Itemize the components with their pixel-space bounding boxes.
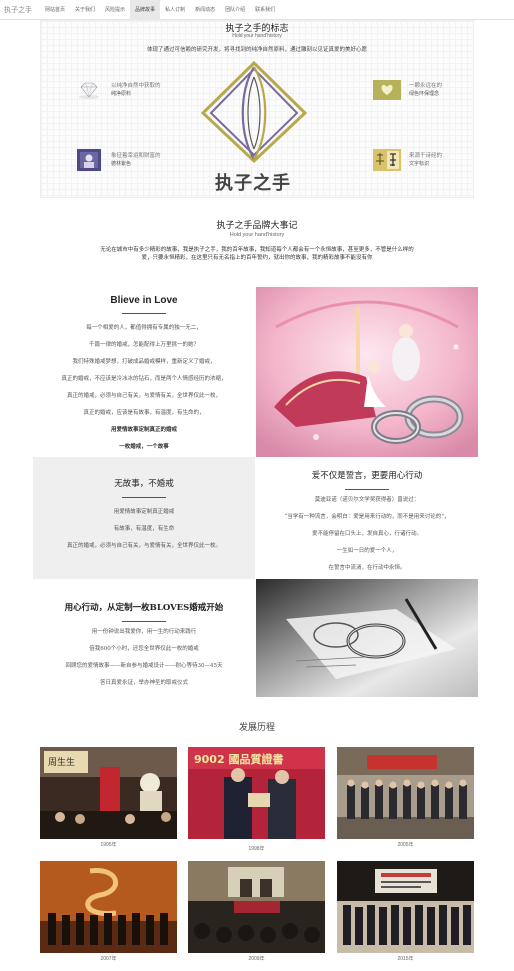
history-photo-2007[interactable]	[40, 861, 177, 953]
custom-heading: 用心行动，从定制一枚BLOVES婚戒开始	[64, 603, 224, 613]
heading-divider	[122, 497, 166, 498]
feature-title: 象征着幸运和财富的	[111, 153, 161, 159]
banner-text: 9002 國品質證書	[194, 752, 283, 766]
nav-item-team[interactable]: 团队介绍	[220, 0, 250, 20]
nav-item-risk[interactable]: 风险提示	[100, 0, 130, 20]
no-story-line: 真正的婚戒，必须与自己有关，与爱情有关，全世界仅此一枚。	[66, 543, 221, 549]
history-photo-2005[interactable]	[337, 747, 474, 839]
feature-label: 纯净原料	[111, 91, 132, 97]
blieve-bold-line: 一枚婚戒，一个故事	[119, 444, 169, 450]
logo-section-subtitle: Hold your hand'history	[232, 33, 282, 39]
feature-label: 绿色环保理念	[409, 91, 440, 97]
story-subtitle: Hold your hand'history	[229, 232, 285, 238]
nav-item-custom[interactable]: 私人订制	[160, 0, 190, 20]
logo-section-description: 体现了通过可信赖的研究开发，将寻找到的纯净自然原料，通过雕刻以见证真爱的美好心愿	[146, 47, 367, 53]
history-year: 2009年	[248, 956, 265, 962]
blieve-heading: Blieve in Love	[110, 295, 178, 306]
custom-line: 回顾您的爱情故事——新自参与婚戒设计——耐心等待30—45天	[65, 663, 223, 669]
blieve-line: 真正的婚戒，必须与自己有关，与爱情有关，全世界仅此一枚，	[66, 393, 221, 399]
brand-logo-text: 执子之手	[215, 173, 291, 194]
promise-line: “当学有一种流言，会明白：爱是用来行动的，而不是用来讨论的”，	[284, 514, 450, 520]
blieve-panel: Blieve in Love 每一个相爱的人，都值得拥有专属的独一无二， 千篇一…	[33, 287, 255, 457]
blieve-line: 我们特殊婚戒梦想，打破成品婚戒模样，重新定义了婚戒，	[72, 359, 216, 365]
feature-pure-material: 以纯净自然中获取的 纯净原料	[77, 77, 187, 103]
blieve-line: 真正的婚戒，不应该是冷冰冰的钻石，而是两个人情感经历的浓缩，	[61, 376, 227, 382]
promise-line: 在誓言中流淌，在行动中永恒。	[328, 565, 406, 571]
history-year: 2005年	[397, 842, 414, 848]
diamond-icon	[79, 82, 99, 99]
portrait-icon	[77, 149, 101, 171]
custom-line: 倍我600个小时，还您全世界仅此一枚的婚戒	[89, 646, 199, 652]
history-photo-2009[interactable]	[188, 861, 325, 953]
calligraphy-icon	[373, 149, 401, 171]
logo-section: 执子之手的标志 Hold your hand'history 体现了通过可信赖的…	[40, 20, 474, 198]
promise-panel: 爱不仅是誓言，更要用心行动 莫迪亚诺（诺贝尔文学奖获得者）曾说过： “当学有一种…	[256, 457, 478, 579]
feature-title: 来源于诗经的	[409, 153, 443, 159]
no-story-line: 用爱情故事定制真正婚戒	[113, 509, 175, 515]
heart-icon	[373, 80, 401, 100]
heading-divider	[122, 621, 166, 622]
heading-divider	[345, 489, 389, 490]
feature-green-concept: 一颗永远在的 绿色环保理念	[373, 77, 483, 103]
promise-line: 一生如一日的爱一个人，	[336, 548, 398, 554]
site-brand[interactable]: 执子之手	[4, 5, 40, 15]
history-year: 2015年	[397, 956, 414, 962]
blieve-line: 真正的婚戒，应该是有故事，有温度，有生命的，	[83, 410, 205, 416]
blieve-line: 每一个相爱的人，都值得拥有专属的独一无二，	[86, 325, 202, 331]
history-year: 2007年	[100, 956, 117, 962]
svg-text:周生生: 周生生	[48, 756, 75, 768]
history-title: 发展历程	[238, 723, 275, 733]
blieve-bold-line: 用爱情故事定制真正的婚戒	[110, 427, 177, 433]
ring-sketch-photo	[256, 579, 478, 697]
history-photo-2015[interactable]	[337, 861, 474, 953]
story-description: 无论在城市中有多少精彩的故事，我是执子之手，我的百年故事，我知道每个人都会有一个…	[100, 247, 414, 261]
custom-line: 用一份钟说出我爱你，用一生的行动来践行	[91, 629, 197, 635]
feature-label: 文字标识	[409, 161, 430, 167]
brand-emblem	[200, 61, 308, 164]
custom-line: 答日真爱永证，举办神圣的取戒仪式	[99, 680, 188, 686]
nav-item-contact[interactable]: 联系我们	[250, 0, 280, 20]
nav-item-brand-story[interactable]: 品牌故事	[130, 0, 161, 20]
custom-panel: 用心行动，从定制一枚BLOVES婚戒开始 用一份钟说出我爱你，用一生的行动来践行…	[33, 579, 255, 697]
heading-divider	[122, 313, 166, 314]
feature-purple: 象征着幸运和财富的 德林紫色	[77, 147, 187, 173]
history-photo-1995[interactable]: 周生生	[40, 747, 177, 839]
history-year: 1995年	[100, 842, 117, 848]
top-nav: 执子之手 网站首页 关于我们 风险提示 品牌故事 私人订制 新闻动态 团队介绍 …	[0, 0, 514, 20]
no-story-line: 有故事，有温度，有生命	[113, 526, 175, 532]
feature-label: 德林紫色	[111, 161, 132, 167]
promise-heading: 爱不仅是誓言，更要用心行动	[311, 471, 423, 481]
nav-item-news[interactable]: 新闻动态	[190, 0, 220, 20]
carousel-illustration	[256, 287, 478, 457]
blieve-line: 千篇一律的婚戒，怎能配得上万里挑一的她？	[88, 342, 199, 348]
history-year: 1998年	[248, 846, 265, 852]
feature-title: 以纯净自然中获取的	[111, 83, 161, 89]
story-title: 执子之手品牌大事记	[216, 221, 298, 231]
feature-title: 一颗永远在的	[409, 83, 443, 89]
promise-line: 莫迪亚诺（诺贝尔文学奖获得者）曾说过：	[314, 497, 420, 503]
promise-line: 爱不能停留在口头上，发自真心，行诸行动。	[311, 531, 422, 537]
no-story-heading: 无故事，不婚戒	[114, 479, 174, 489]
no-story-panel: 无故事，不婚戒 用爱情故事定制真正婚戒 有故事，有温度，有生命 真正的婚戒，必须…	[33, 457, 255, 579]
nav-item-about[interactable]: 关于我们	[70, 0, 100, 20]
history-photo-1998[interactable]: 9002 國品質證書	[188, 747, 325, 839]
feature-text-mark: 来源于诗经的 文字标识	[373, 147, 483, 173]
nav-item-home[interactable]: 网站首页	[40, 0, 70, 20]
